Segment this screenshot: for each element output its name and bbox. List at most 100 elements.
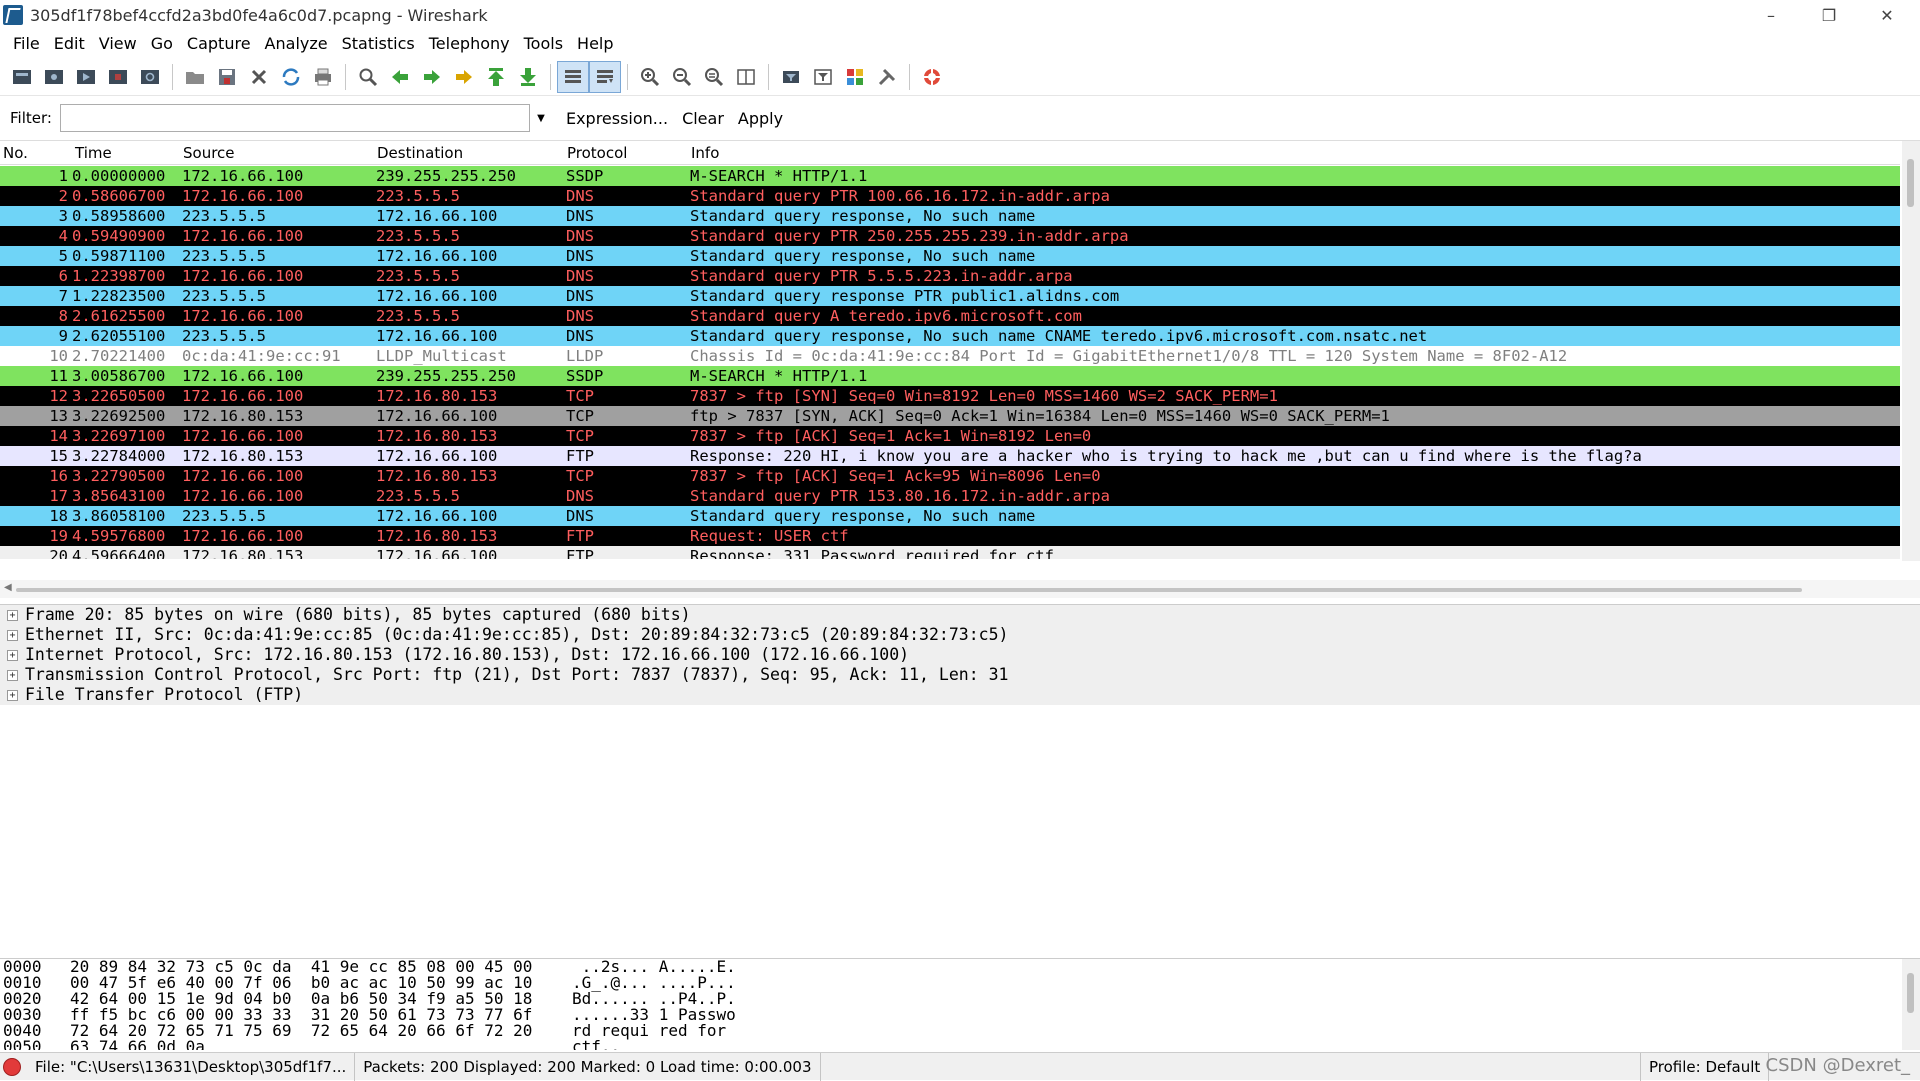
scroll-left-icon[interactable]: ◀ bbox=[4, 582, 12, 593]
menu-edit[interactable]: Edit bbox=[47, 31, 92, 57]
hex-row[interactable]: 0050 63 74 66 0d 0a ctf.. bbox=[0, 1039, 1920, 1051]
menu-help[interactable]: Help bbox=[570, 31, 620, 57]
apply-button[interactable]: Apply bbox=[738, 109, 783, 128]
colorize-icon[interactable] bbox=[557, 60, 589, 93]
close-button[interactable]: ✕ bbox=[1858, 0, 1916, 30]
cell-destination: 172.16.66.100 bbox=[376, 287, 498, 305]
minimize-button[interactable]: – bbox=[1742, 0, 1800, 30]
capture-filters-icon[interactable] bbox=[775, 61, 807, 93]
column-header-protocol[interactable]: Protocol bbox=[564, 144, 688, 162]
menu-go[interactable]: Go bbox=[144, 31, 180, 57]
first-packet-icon[interactable] bbox=[480, 61, 512, 93]
capture-options-icon[interactable] bbox=[38, 61, 70, 93]
menu-statistics[interactable]: Statistics bbox=[335, 31, 422, 57]
menu-tools[interactable]: Tools bbox=[517, 31, 570, 57]
packet-row[interactable]: 6 1.22398700 172.16.66.100 223.5.5.5 DNS Stan… bbox=[0, 266, 1900, 286]
normal-size-icon[interactable] bbox=[698, 61, 730, 93]
packet-row[interactable]: 10 2.70221400 0c:da:41:9e:cc:91 LLDP_Multic… bbox=[0, 346, 1900, 366]
packet-row[interactable]: 8 2.61625500 172.16.66.100 223.5.5.5 DNS Stan… bbox=[0, 306, 1900, 326]
hscrollbar-thumb[interactable] bbox=[16, 588, 1802, 592]
cell-source: 172.16.66.100 bbox=[182, 167, 304, 185]
save-file-icon[interactable] bbox=[211, 61, 243, 93]
filter-input[interactable] bbox=[59, 104, 530, 132]
detail-row-frame[interactable]: + Frame 20: 85 bytes on wire (680 bits), … bbox=[0, 605, 1920, 625]
expand-icon[interactable]: + bbox=[7, 689, 18, 701]
zoom-out-icon[interactable] bbox=[666, 61, 698, 93]
expression-button[interactable]: Expression... bbox=[566, 109, 668, 128]
cell-destination: 223.5.5.5 bbox=[376, 187, 460, 205]
cell-time: 3.86058100 bbox=[72, 507, 166, 525]
packet-row[interactable]: 14 3.22697100 172.16.66.100 172.16.80.153 TC… bbox=[0, 426, 1900, 446]
packet-row[interactable]: 7 1.22823500 223.5.5.5 172.16.66.100 DNS Stan… bbox=[0, 286, 1900, 306]
packet-row[interactable]: 11 3.00586700 172.16.66.100 239.255.255.250… bbox=[0, 366, 1900, 386]
hex-scrollbar[interactable] bbox=[1902, 959, 1920, 1050]
detail-row-tcp[interactable]: + Transmission Control Protocol, Src Port… bbox=[0, 665, 1920, 685]
expand-icon[interactable]: + bbox=[7, 609, 18, 621]
expand-icon[interactable]: + bbox=[7, 629, 18, 641]
scrollbar-thumb[interactable] bbox=[1907, 159, 1914, 207]
packet-row[interactable]: 4 0.59490900 172.16.66.100 223.5.5.5 DNS Stan… bbox=[0, 226, 1900, 246]
detail-text: Frame 20: 85 bytes on wire (680 bits), 8… bbox=[25, 605, 691, 624]
help-icon[interactable] bbox=[916, 61, 948, 93]
menu-analyze[interactable]: Analyze bbox=[258, 31, 335, 57]
menu-view[interactable]: View bbox=[92, 31, 144, 57]
resize-columns-icon[interactable] bbox=[730, 61, 762, 93]
hex-row[interactable]: 0040 72 64 20 72 65 71 75 69 72 65 64 20 … bbox=[0, 1023, 1920, 1039]
cell-time: 1.22823500 bbox=[72, 287, 166, 305]
packet-row[interactable]: 17 3.85643100 172.16.66.100 223.5.5.5 DNS Sta… bbox=[0, 486, 1900, 506]
packet-row[interactable]: 5 0.59871100 223.5.5.5 172.16.66.100 DNS Stan… bbox=[0, 246, 1900, 266]
detail-row-ip[interactable]: + Internet Protocol, Src: 172.16.80.153 (… bbox=[0, 645, 1920, 665]
close-file-icon[interactable] bbox=[243, 61, 275, 93]
reload-icon[interactable] bbox=[275, 61, 307, 93]
expand-icon[interactable]: + bbox=[7, 649, 18, 661]
packet-row[interactable]: 15 3.22784000 172.16.80.153 172.16.66.100 FT… bbox=[0, 446, 1900, 466]
packet-row[interactable]: 3 0.58958600 223.5.5.5 172.16.66.100 DNS Stan… bbox=[0, 206, 1900, 226]
open-file-icon[interactable] bbox=[179, 61, 211, 93]
packet-row[interactable]: 18 3.86058100 223.5.5.5 172.16.66.100 DNS Sta… bbox=[0, 506, 1900, 526]
packet-row[interactable]: 13 3.22692500 172.16.80.153 172.16.66.100 TC… bbox=[0, 406, 1900, 426]
packet-row[interactable]: 16 3.22790500 172.16.66.100 172.16.80.153 TC… bbox=[0, 466, 1900, 486]
restart-capture-icon[interactable] bbox=[134, 61, 166, 93]
menu-telephony[interactable]: Telephony bbox=[422, 31, 517, 57]
scrollbar-thumb[interactable] bbox=[1907, 973, 1914, 1013]
stop-capture-icon[interactable] bbox=[102, 61, 134, 93]
column-header-time[interactable]: Time bbox=[72, 144, 180, 162]
restore-button[interactable]: ❐ bbox=[1800, 0, 1858, 30]
status-profile[interactable]: Profile: Default bbox=[1640, 1052, 1770, 1081]
preferences-icon[interactable] bbox=[871, 61, 903, 93]
interface-list-icon[interactable] bbox=[6, 61, 38, 93]
packet-row[interactable]: 1 0.00000000 172.16.66.100 239.255.255.250 S… bbox=[0, 166, 1900, 186]
column-header-no[interactable]: No. bbox=[0, 144, 72, 162]
filter-dropdown-icon[interactable]: ▼ bbox=[530, 104, 552, 132]
print-icon[interactable] bbox=[307, 61, 339, 93]
menu-file[interactable]: File bbox=[6, 31, 47, 57]
packet-list-hscrollbar[interactable]: ◀ bbox=[0, 580, 1920, 598]
go-forward-icon[interactable] bbox=[416, 61, 448, 93]
menu-capture[interactable]: Capture bbox=[180, 31, 258, 57]
packet-row[interactable]: 20 4.59666400 172.16.80.153 172.16.66.100 FT… bbox=[0, 546, 1900, 559]
column-header-destination[interactable]: Destination bbox=[374, 144, 564, 162]
packet-row[interactable]: 2 0.58606700 172.16.66.100 223.5.5.5 DNS Stan… bbox=[0, 186, 1900, 206]
cell-info: 7837 > ftp [SYN] Seq=0 Win=8192 Len=0 MS… bbox=[690, 387, 1278, 405]
auto-scroll-icon[interactable] bbox=[589, 60, 621, 93]
find-packet-icon[interactable] bbox=[352, 61, 384, 93]
start-capture-icon[interactable] bbox=[70, 61, 102, 93]
clear-button[interactable]: Clear bbox=[682, 109, 724, 128]
zoom-in-icon[interactable] bbox=[634, 61, 666, 93]
go-to-packet-icon[interactable] bbox=[448, 61, 480, 93]
packet-row[interactable]: 9 2.62055100 223.5.5.5 172.16.66.100 DNS Stan… bbox=[0, 326, 1900, 346]
expert-info-icon[interactable] bbox=[3, 1057, 21, 1076]
cell-destination: 172.16.80.153 bbox=[376, 387, 498, 405]
last-packet-icon[interactable] bbox=[512, 61, 544, 93]
column-header-info[interactable]: Info bbox=[688, 144, 1900, 162]
packet-row[interactable]: 19 4.59576800 172.16.66.100 172.16.80.153 FT… bbox=[0, 526, 1900, 546]
packet-list-scrollbar[interactable] bbox=[1902, 141, 1920, 561]
column-header-source[interactable]: Source bbox=[180, 144, 374, 162]
packet-row[interactable]: 12 3.22650500 172.16.66.100 172.16.80.153 TC… bbox=[0, 386, 1900, 406]
detail-row-ethernet[interactable]: + Ethernet II, Src: 0c:da:41:9e:cc:85 (0c… bbox=[0, 625, 1920, 645]
expand-icon[interactable]: + bbox=[7, 669, 18, 681]
display-filters-icon[interactable] bbox=[807, 61, 839, 93]
go-back-icon[interactable] bbox=[384, 61, 416, 93]
coloring-rules-icon[interactable] bbox=[839, 61, 871, 93]
detail-row-ftp[interactable]: + File Transfer Protocol (FTP) bbox=[0, 685, 1920, 705]
